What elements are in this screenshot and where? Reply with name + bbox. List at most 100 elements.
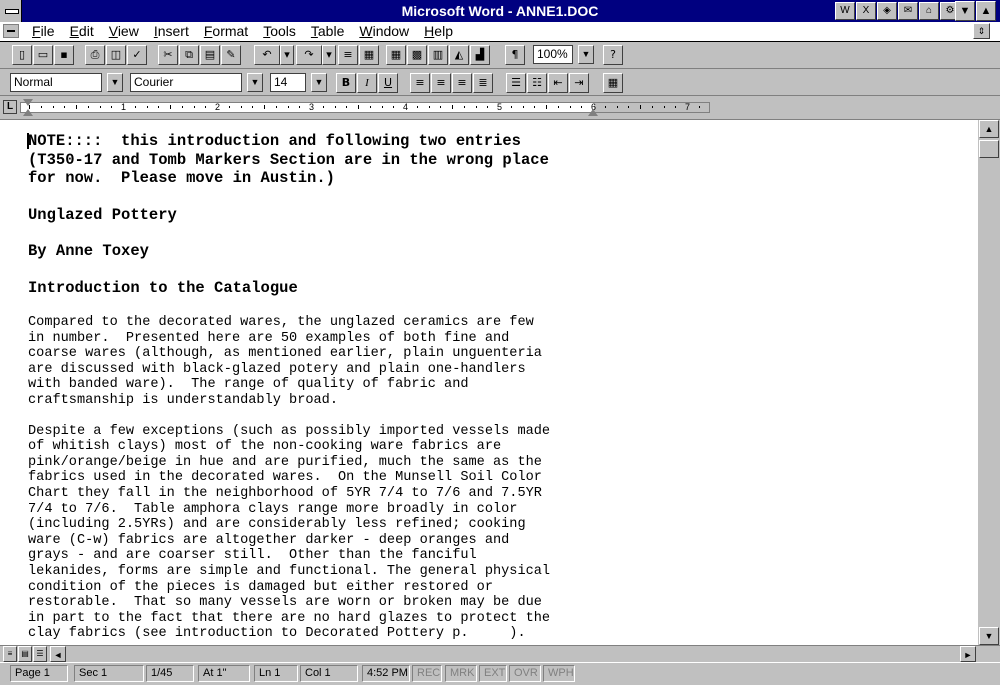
spelling-icon[interactable]: ✓ bbox=[127, 45, 147, 65]
cut-icon[interactable]: ✂ bbox=[158, 45, 178, 65]
word-app-icon[interactable]: W bbox=[835, 2, 855, 20]
menu-insert[interactable]: Insert bbox=[154, 23, 189, 39]
text-line: restorable. That so many vessels are wor… bbox=[28, 595, 542, 611]
increase-indent-icon[interactable]: ⇥ bbox=[569, 73, 589, 93]
autoformat-icon[interactable]: ≡ bbox=[338, 45, 358, 65]
ruler-strip[interactable]: 1 2 3 4 5 6 7 bbox=[20, 102, 710, 113]
text-line: craftsmanship is understandably broad. bbox=[28, 392, 338, 408]
minimize-button[interactable]: ▼ bbox=[955, 1, 975, 21]
undo-icon[interactable]: ↶ bbox=[254, 45, 280, 65]
standard-toolbar: ▯ ▭ ▪ ⎙ ◫ ✓ ✂ ⧉ ▤ ✎ ↶ ▾ ↷ ▾ ≡ ▦ ▦ ▩ ▥ ◭ … bbox=[0, 42, 1000, 69]
print-preview-icon[interactable]: ◫ bbox=[106, 45, 126, 65]
menu-format[interactable]: Format bbox=[204, 23, 248, 39]
document-restore-button[interactable]: ⇕ bbox=[973, 23, 990, 39]
format-painter-icon[interactable]: ✎ bbox=[221, 45, 241, 65]
borders-icon[interactable]: ▦ bbox=[603, 73, 623, 93]
status-ext[interactable]: EXT bbox=[479, 665, 507, 682]
menu-table[interactable]: Table bbox=[311, 23, 344, 39]
outline-view-icon[interactable]: ☰ bbox=[33, 646, 47, 662]
ruler-tick bbox=[616, 106, 618, 108]
menu-window[interactable]: Window bbox=[359, 23, 409, 39]
insert-chart-icon[interactable]: ▟ bbox=[470, 45, 490, 65]
numbering-icon[interactable]: ☰ bbox=[506, 73, 526, 93]
document-system-menu[interactable] bbox=[3, 24, 19, 38]
redo-icon[interactable]: ↷ bbox=[296, 45, 322, 65]
text-line: clay fabrics (see introduction to Decora… bbox=[28, 626, 526, 642]
bullets-icon[interactable]: ☷ bbox=[527, 73, 547, 93]
ruler-tick bbox=[416, 106, 418, 108]
ruler-tick bbox=[663, 106, 665, 108]
scroll-down-icon[interactable]: ▼ bbox=[979, 627, 999, 645]
text-line: in part to the fact that there are no ha… bbox=[28, 610, 551, 626]
maximize-button[interactable]: ▲ bbox=[976, 1, 996, 21]
redo-dropdown-icon[interactable]: ▾ bbox=[322, 45, 336, 65]
menu-view[interactable]: View bbox=[109, 23, 139, 39]
help-pointer-icon[interactable]: ? bbox=[603, 45, 623, 65]
vertical-scrollbar[interactable]: ▲ ▼ bbox=[978, 120, 1000, 645]
open-folder-icon[interactable]: ▭ bbox=[33, 45, 53, 65]
ruler-tick bbox=[546, 105, 547, 109]
schedule-app-icon[interactable]: ⌂ bbox=[919, 2, 939, 20]
insert-address-icon[interactable]: ▦ bbox=[359, 45, 379, 65]
normal-view-icon[interactable]: ≡ bbox=[3, 646, 17, 662]
excel-app-icon[interactable]: X bbox=[856, 2, 876, 20]
document-body[interactable]: NOTE:::: this introduction and following… bbox=[28, 132, 550, 642]
columns-icon[interactable]: ▥ bbox=[428, 45, 448, 65]
save-disk-icon[interactable]: ▪ bbox=[54, 45, 74, 65]
menu-file[interactable]: File bbox=[32, 23, 55, 39]
left-indent-marker[interactable] bbox=[23, 109, 33, 116]
copy-icon[interactable]: ⧉ bbox=[179, 45, 199, 65]
document-page[interactable]: NOTE:::: this introduction and following… bbox=[0, 120, 978, 645]
mail-app-icon[interactable]: ✉ bbox=[898, 2, 918, 20]
first-line-indent-marker[interactable] bbox=[23, 99, 33, 106]
decrease-indent-icon[interactable]: ⇤ bbox=[548, 73, 568, 93]
align-right-icon[interactable]: ≡ bbox=[452, 73, 472, 93]
style-box[interactable]: Normal bbox=[10, 73, 102, 92]
insert-excel-icon[interactable]: ▩ bbox=[407, 45, 427, 65]
ruler-tick bbox=[463, 106, 465, 108]
scroll-thumb[interactable] bbox=[979, 140, 999, 158]
scroll-right-icon[interactable]: ► bbox=[960, 646, 976, 662]
ruler[interactable]: L 1 2 3 4 5 6 7 bbox=[0, 97, 1000, 120]
scroll-left-icon[interactable]: ◄ bbox=[50, 646, 66, 662]
ruler-tick bbox=[675, 106, 677, 108]
font-box[interactable]: Courier bbox=[130, 73, 242, 92]
underline-button[interactable]: U bbox=[378, 73, 398, 93]
menu-bar: File Edit View Insert Format Tools Table… bbox=[0, 22, 1000, 42]
page-layout-view-icon[interactable]: ▤ bbox=[18, 646, 32, 662]
align-left-icon[interactable]: ≡ bbox=[410, 73, 430, 93]
status-wph[interactable]: WPH bbox=[543, 665, 575, 682]
font-size-dropdown-icon[interactable]: ▼ bbox=[311, 73, 327, 92]
style-dropdown-icon[interactable]: ▼ bbox=[107, 73, 123, 92]
insert-table-icon[interactable]: ▦ bbox=[386, 45, 406, 65]
ruler-tick bbox=[628, 106, 630, 108]
zoom-control[interactable]: 100% bbox=[533, 45, 573, 64]
scroll-up-icon[interactable]: ▲ bbox=[979, 120, 999, 138]
menu-edit[interactable]: Edit bbox=[70, 23, 94, 39]
zoom-dropdown-icon[interactable]: ▼ bbox=[578, 45, 594, 64]
new-document-icon[interactable]: ▯ bbox=[12, 45, 32, 65]
align-center-icon[interactable]: ≡ bbox=[431, 73, 451, 93]
menu-help[interactable]: Help bbox=[424, 23, 453, 39]
horizontal-scrollbar[interactable]: ≡ ▤ ☰ ◄ ► bbox=[0, 645, 1000, 663]
bold-button[interactable]: B bbox=[336, 73, 356, 93]
menu-tools[interactable]: Tools bbox=[263, 23, 296, 39]
ruler-tick bbox=[557, 106, 559, 108]
print-icon[interactable]: ⎙ bbox=[85, 45, 105, 65]
status-ovr[interactable]: OVR bbox=[509, 665, 541, 682]
tab-selector[interactable]: L bbox=[3, 100, 17, 114]
font-size-box[interactable]: 14 bbox=[270, 73, 306, 92]
italic-button[interactable]: I bbox=[357, 73, 377, 93]
justify-icon[interactable]: ≣ bbox=[473, 73, 493, 93]
office-app-icon[interactable]: ◈ bbox=[877, 2, 897, 20]
status-mrk[interactable]: MRK bbox=[445, 665, 477, 682]
right-indent-marker[interactable] bbox=[588, 109, 598, 116]
ruler-tick bbox=[205, 106, 207, 108]
font-dropdown-icon[interactable]: ▼ bbox=[247, 73, 263, 92]
ruler-tick bbox=[393, 106, 395, 108]
status-rec[interactable]: REC bbox=[412, 665, 442, 682]
show-paragraph-icon[interactable]: ¶ bbox=[505, 45, 525, 65]
undo-dropdown-icon[interactable]: ▾ bbox=[280, 45, 294, 65]
paste-icon[interactable]: ▤ bbox=[200, 45, 220, 65]
drawing-icon[interactable]: ◭ bbox=[449, 45, 469, 65]
